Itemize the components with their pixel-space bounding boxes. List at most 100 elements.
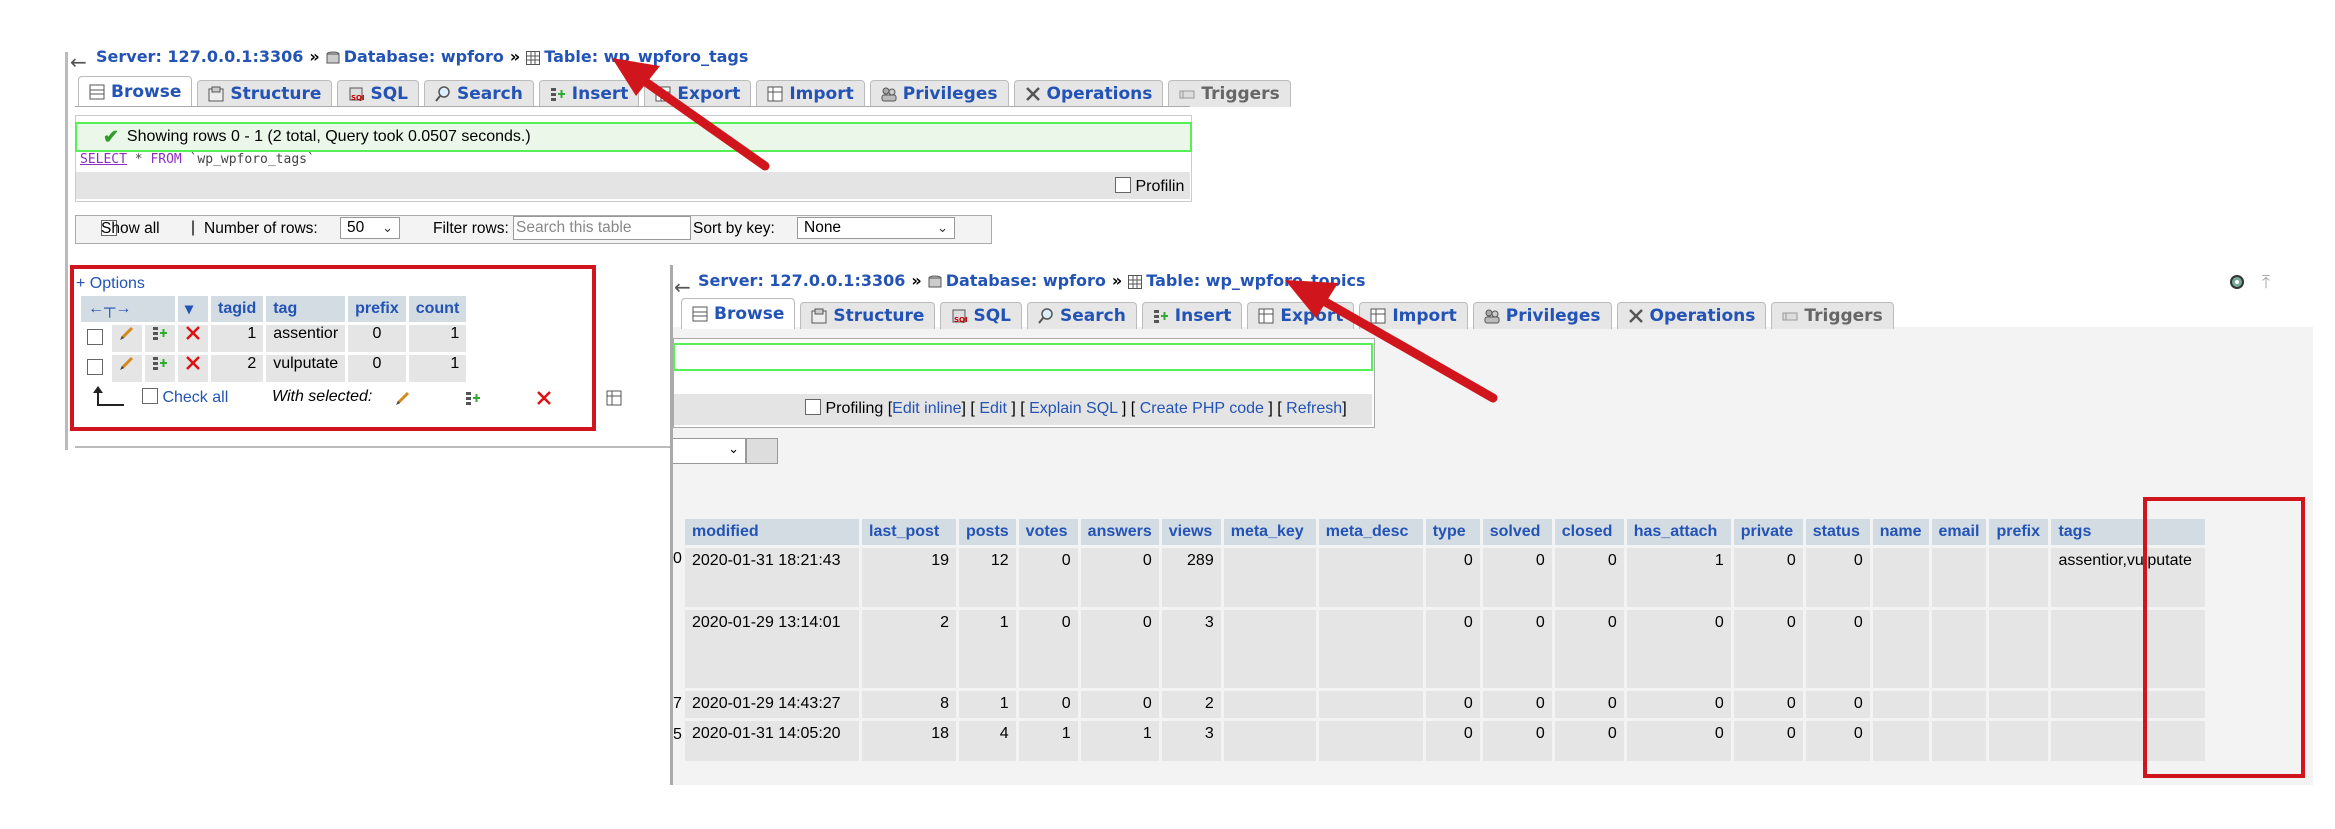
num-rows-select[interactable]: 50 ⌄ xyxy=(340,217,400,239)
tab-operations[interactable]: Operations xyxy=(1013,80,1164,107)
breadcrumb-database[interactable]: Database: wpforo xyxy=(946,271,1106,290)
search-icon xyxy=(435,86,451,102)
sort-by-key-select[interactable]: None ⌄ xyxy=(797,217,955,239)
explain-sql-link[interactable]: Explain SQL xyxy=(1029,400,1117,417)
back-arrow-icon[interactable]: ← xyxy=(674,275,691,299)
column-header[interactable]: email xyxy=(1931,519,1987,545)
tab-privileges[interactable]: Privileges xyxy=(1472,302,1612,329)
breadcrumb: Server: 127.0.0.1:3306 » Database: wpfor… xyxy=(96,47,748,66)
row-edge-digit: 5 xyxy=(673,726,682,743)
breadcrumb-separator: » xyxy=(509,47,521,66)
check-icon: ✔ xyxy=(103,126,119,148)
cell xyxy=(1318,721,1423,761)
tab-label: Export xyxy=(1280,306,1344,326)
browse-icon xyxy=(89,84,105,100)
cell xyxy=(1931,548,1987,607)
success-text: Showing rows 0 - 1 (2 total, Query took … xyxy=(126,128,531,145)
cell: 0 xyxy=(1018,610,1078,688)
column-header[interactable]: answers xyxy=(1080,519,1159,545)
tab-search[interactable]: Search xyxy=(423,80,534,107)
cell: 0 xyxy=(1805,548,1870,607)
column-header[interactable]: name xyxy=(1872,519,1929,545)
tab-structure[interactable]: Structure xyxy=(800,302,936,329)
tab-export[interactable]: Export xyxy=(1247,302,1355,329)
column-header[interactable]: type xyxy=(1425,519,1480,545)
tab-label: SQL xyxy=(973,306,1011,326)
cell xyxy=(1931,610,1987,688)
column-header[interactable]: solved xyxy=(1482,519,1552,545)
edit-inline-link[interactable]: Edit inline xyxy=(892,400,961,417)
tab-browse[interactable]: Browse xyxy=(78,76,193,107)
success-message-box xyxy=(673,343,1373,371)
column-header[interactable]: closed xyxy=(1554,519,1624,545)
tab-triggers[interactable]: Triggers xyxy=(1168,80,1291,107)
table-row: 2020-01-31 14:05:20 18 4 1 1 3 0 0 0 0 0… xyxy=(685,721,2206,761)
bottom-divider xyxy=(75,446,675,448)
breadcrumb-server[interactable]: Server: 127.0.0.1:3306 xyxy=(96,47,303,66)
edit-link[interactable]: Edit xyxy=(979,400,1007,417)
breadcrumb-database[interactable]: Database: wpforo xyxy=(344,47,504,66)
column-header[interactable]: votes xyxy=(1018,519,1078,545)
cell: 0 xyxy=(1425,548,1480,607)
sql-keyword[interactable]: SELECT xyxy=(80,152,127,167)
cell xyxy=(1872,548,1929,607)
back-arrow-icon[interactable]: ← xyxy=(70,50,87,74)
column-header[interactable]: posts xyxy=(959,519,1016,545)
cell xyxy=(1223,548,1316,607)
tab-sql[interactable]: SQL SQL xyxy=(337,80,419,107)
column-header[interactable]: meta_key xyxy=(1223,519,1316,545)
cell xyxy=(1989,721,2049,761)
column-header[interactable]: private xyxy=(1733,519,1803,545)
refresh-link[interactable]: Refresh xyxy=(1286,400,1342,417)
tab-privileges[interactable]: Privileges xyxy=(869,80,1009,107)
database-icon xyxy=(326,50,340,64)
cell: 1 xyxy=(1080,721,1159,761)
tab-triggers[interactable]: Triggers xyxy=(1771,302,1894,329)
tab-search[interactable]: Search xyxy=(1026,302,1137,329)
cell xyxy=(1318,548,1423,607)
cell: 4 xyxy=(959,721,1016,761)
column-header[interactable]: views xyxy=(1161,519,1221,545)
tab-insert[interactable]: Insert xyxy=(1141,302,1243,329)
cell: 19 xyxy=(862,548,956,607)
chevron-down-icon: ⌄ xyxy=(937,220,948,235)
collapse-top-icon[interactable]: ⤒ xyxy=(2262,272,2270,293)
tab-insert[interactable]: Insert xyxy=(538,80,640,107)
cell: 1 xyxy=(1626,548,1731,607)
tab-structure[interactable]: Structure xyxy=(197,80,333,107)
cell: 0 xyxy=(1626,610,1731,688)
cell: 2020-01-31 14:05:20 xyxy=(685,721,859,761)
cell: 0 xyxy=(1080,610,1159,688)
cell xyxy=(1223,610,1316,688)
tab-sql[interactable]: SQL SQL xyxy=(940,302,1022,329)
table-row: 2020-01-29 13:14:01 2 1 0 0 3 0 0 0 0 0 … xyxy=(685,610,2206,688)
column-header[interactable]: prefix xyxy=(1989,519,2049,545)
breadcrumb-table[interactable]: Table: wp_wpforo_topics xyxy=(1146,271,1365,290)
column-header[interactable]: status xyxy=(1805,519,1870,545)
cell: 0 xyxy=(1425,721,1480,761)
tab-export[interactable]: Export xyxy=(644,80,752,107)
tab-label: Import xyxy=(789,84,854,104)
breadcrumb-table[interactable]: Table: wp_wpforo_tags xyxy=(544,47,748,66)
chevron-down-icon: ⌄ xyxy=(382,220,393,235)
export-icon[interactable] xyxy=(606,390,622,406)
tab-browse[interactable]: Browse xyxy=(681,298,796,329)
tab-import[interactable]: Import xyxy=(1359,302,1468,329)
sort-select-fragment[interactable]: ⌄ xyxy=(673,438,746,464)
cell: 0 xyxy=(1733,721,1803,761)
cell: 0 xyxy=(1482,610,1552,688)
column-header[interactable]: last_post xyxy=(862,519,956,545)
create-php-code-link[interactable]: Create PHP code xyxy=(1140,400,1264,417)
profiling-checkbox[interactable] xyxy=(805,399,821,415)
profiling-option[interactable]: Profilin xyxy=(1115,177,1184,196)
settings-gear-icon[interactable] xyxy=(2227,272,2247,297)
column-header[interactable]: has_attach xyxy=(1626,519,1731,545)
column-header[interactable]: meta_desc xyxy=(1318,519,1423,545)
tab-operations[interactable]: Operations xyxy=(1616,302,1767,329)
filter-rows-input[interactable]: Search this table xyxy=(513,216,691,240)
profiling-checkbox[interactable] xyxy=(1115,177,1131,193)
column-header[interactable]: modified xyxy=(685,519,859,545)
cell xyxy=(1872,691,1929,718)
tab-import[interactable]: Import xyxy=(756,80,865,107)
breadcrumb-server[interactable]: Server: 127.0.0.1:3306 xyxy=(698,271,905,290)
